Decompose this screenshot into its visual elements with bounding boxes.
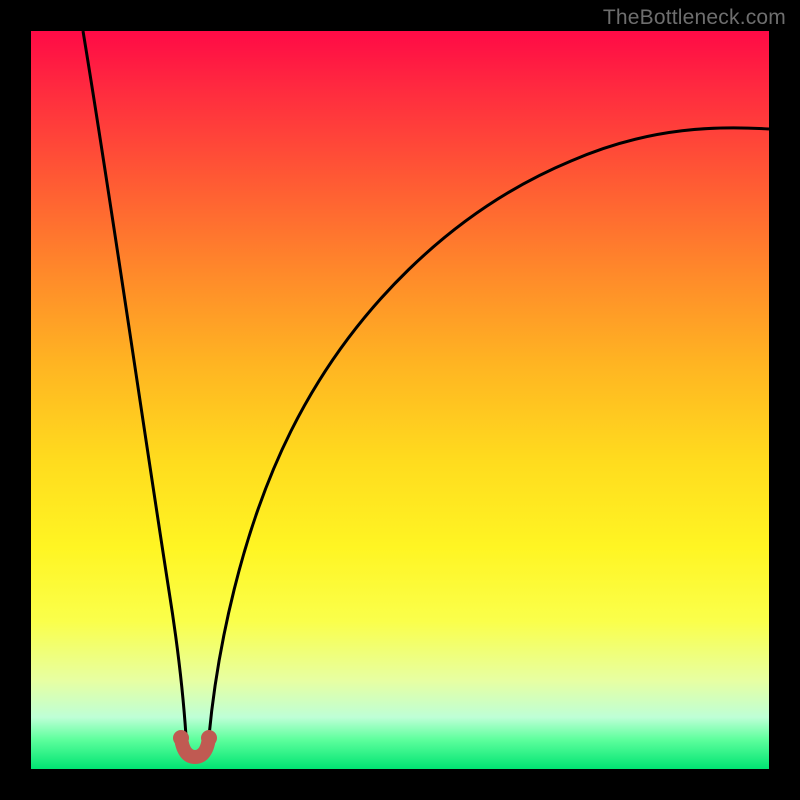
min-marker-left bbox=[173, 730, 189, 746]
watermark-text: TheBottleneck.com bbox=[603, 6, 786, 30]
curve-left-branch bbox=[83, 31, 186, 736]
bottleneck-curve bbox=[31, 31, 769, 769]
plot-area bbox=[31, 31, 769, 769]
min-marker-right bbox=[201, 730, 217, 746]
curve-right-branch bbox=[209, 128, 769, 736]
